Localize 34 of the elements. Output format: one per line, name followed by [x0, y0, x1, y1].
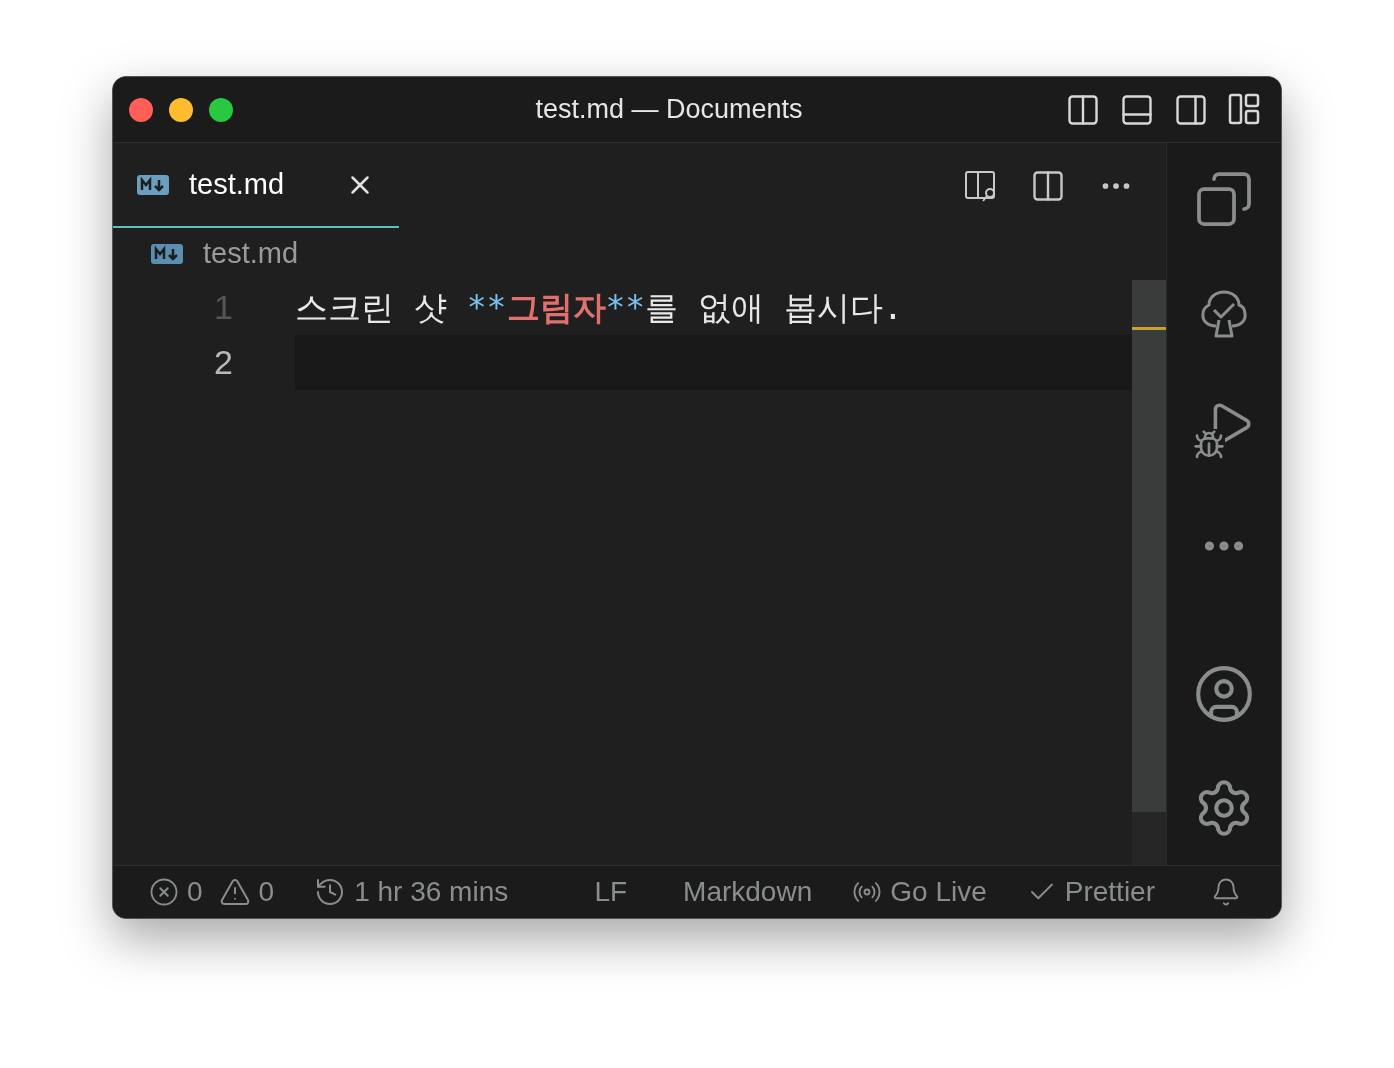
minimize-window-button[interactable] [169, 97, 193, 122]
code-token: ** [605, 286, 646, 329]
line-number: 2 [213, 342, 233, 383]
session-time-status[interactable]: 1 hr 36 mins [314, 871, 509, 913]
error-count: 0 [187, 875, 203, 909]
language-status[interactable]: Markdown [683, 871, 813, 913]
window-title: test.md — Documents [535, 93, 803, 127]
layout-icon[interactable] [1227, 91, 1261, 126]
files-icon[interactable] [1194, 169, 1254, 229]
problems-status[interactable]: 0 0 [149, 871, 275, 913]
go-live-label: Go Live [890, 875, 987, 909]
session-time: 1 hr 36 mins [354, 875, 509, 909]
error-icon [149, 877, 179, 907]
editor-tab[interactable]: test.md [113, 143, 399, 228]
breadcrumb-item[interactable]: test.md [203, 232, 299, 276]
markdown-icon [151, 244, 183, 264]
code-token: 를 없애 봅시다. [645, 286, 903, 329]
notifications-icon[interactable] [1211, 877, 1241, 907]
zoom-window-button[interactable] [209, 97, 233, 122]
line-ending-status[interactable]: LF [594, 871, 628, 913]
accounts-icon[interactable] [1193, 663, 1255, 725]
close-window-button[interactable] [129, 97, 153, 122]
prettier-label: Prettier [1064, 875, 1155, 909]
prettier-status[interactable]: Prettier [1026, 871, 1155, 913]
preview-icon[interactable] [964, 168, 998, 203]
warning-count: 0 [258, 875, 275, 909]
warning-icon [218, 876, 251, 908]
code-token: ** [466, 286, 507, 329]
ruler-mark [1132, 327, 1166, 330]
code-token: 스크린 샷 [295, 286, 448, 329]
tab-label: test.md [189, 166, 286, 202]
markdown-icon [137, 174, 169, 195]
go-live-status[interactable]: Go Live [852, 871, 987, 913]
code-token: 그림자 [506, 286, 606, 329]
